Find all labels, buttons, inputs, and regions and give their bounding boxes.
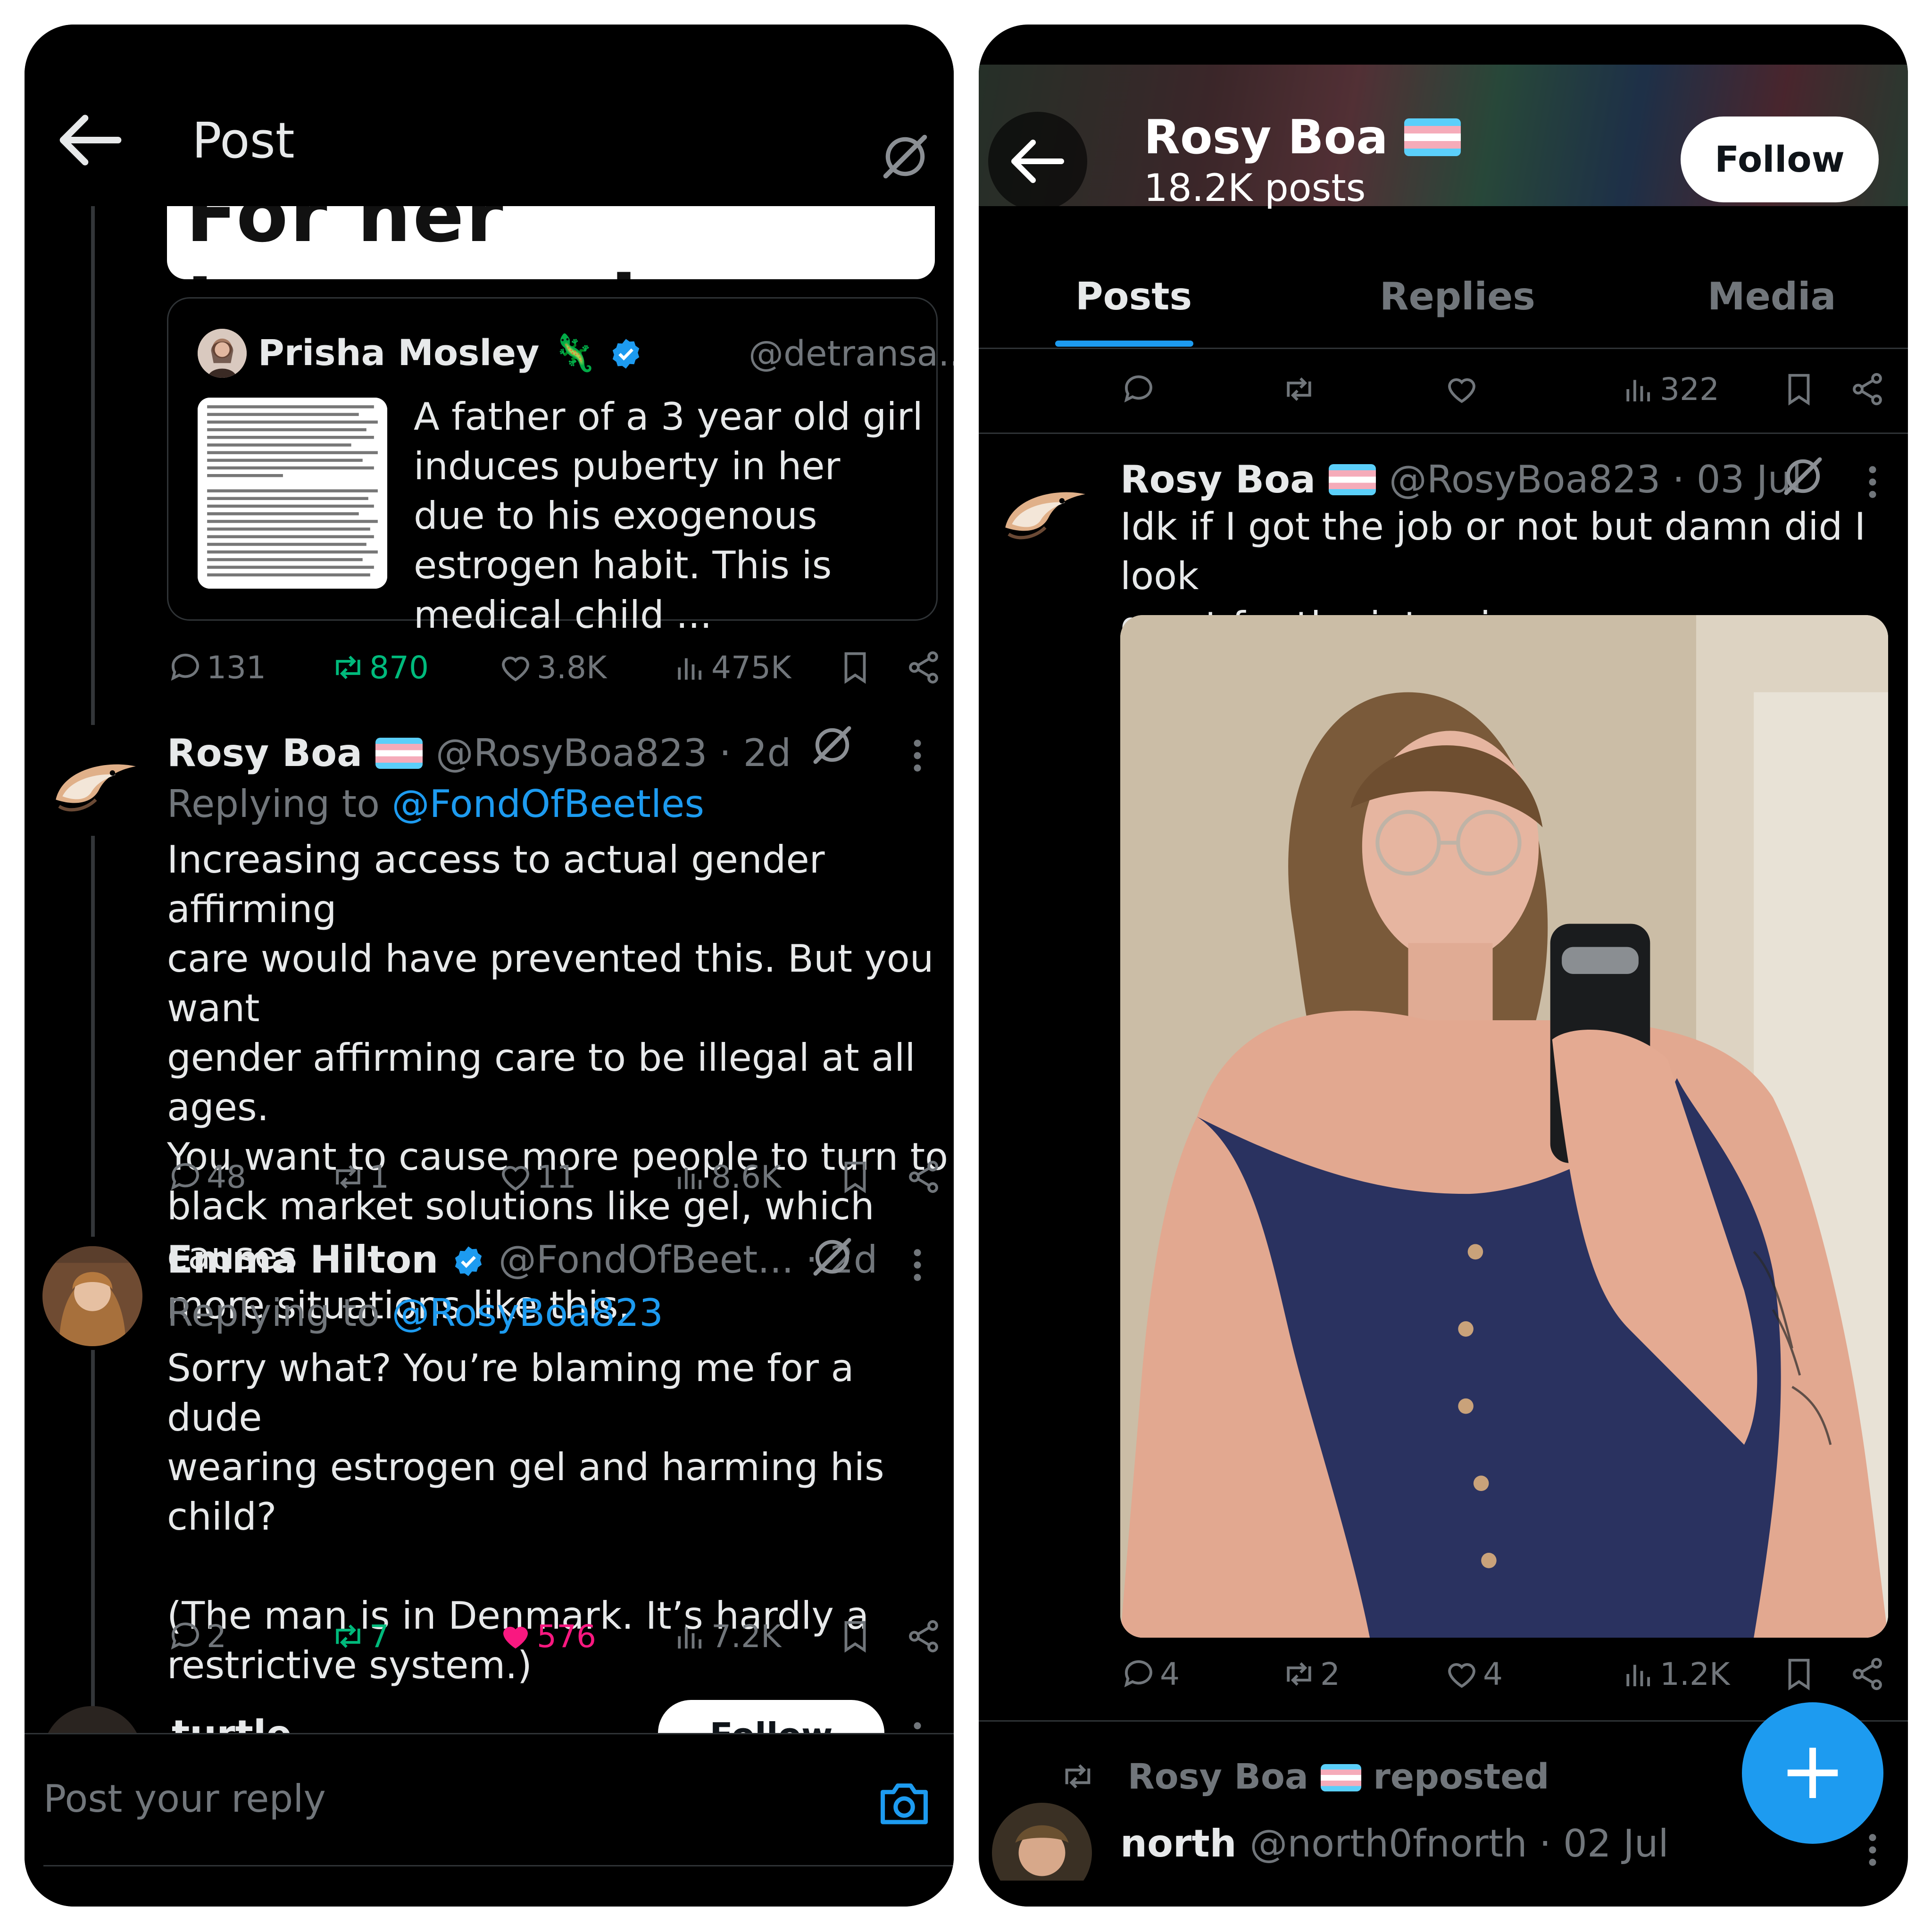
reply-input[interactable]: Post your reply (43, 1777, 326, 1821)
reply-button[interactable]: 48 (167, 1156, 246, 1198)
avatar[interactable] (198, 329, 247, 378)
mention-link[interactable]: @FondOfBeetles (391, 782, 704, 826)
reply-button[interactable]: 4 (1120, 1653, 1180, 1695)
views-button[interactable]: 8.6K (672, 1156, 781, 1198)
back-button[interactable] (988, 112, 1087, 211)
share-icon[interactable] (1849, 1653, 1889, 1695)
repost-button[interactable]: 870 (330, 646, 429, 689)
action-bar: 322 (1120, 368, 1894, 410)
lizard-emoji: 🦎 (552, 332, 597, 374)
compose-button[interactable]: + (1742, 1702, 1883, 1844)
like-button[interactable]: 576 (497, 1615, 596, 1657)
views-button[interactable]: 7.2K (672, 1615, 781, 1657)
avatar[interactable] (42, 1246, 142, 1346)
quoted-post-text: A father of a 3 year old girl induces pu… (414, 395, 923, 637)
paper-thumbnail[interactable] (198, 398, 387, 589)
thread-line (91, 836, 95, 1237)
share-icon[interactable] (905, 1615, 945, 1657)
repost-button[interactable]: 1 (330, 1156, 389, 1198)
bookmark-icon[interactable] (837, 1156, 876, 1198)
author-line[interactable]: Emma Hilton @FondOfBeet... · 2d (167, 1238, 878, 1282)
quoted-post[interactable]: Prisha Mosley 🦎 @detransa... · 2d (167, 297, 954, 637)
profile-tabs: Posts Replies Media (979, 232, 1908, 349)
trans-flag-icon (1328, 464, 1376, 495)
share-icon[interactable] (905, 1156, 945, 1198)
follow-button[interactable]: Follow (1681, 117, 1879, 202)
bookmark-icon[interactable] (1781, 368, 1820, 410)
verified-icon (609, 337, 643, 371)
more-icon[interactable] (910, 1244, 924, 1286)
repost-button[interactable]: 7 (330, 1615, 389, 1657)
grok-icon[interactable] (879, 131, 931, 183)
profile-name: Rosy Boa (1144, 109, 1461, 165)
action-bar: 48 1 11 8.6K (167, 1156, 941, 1198)
action-bar: 4 2 4 1.2K (1120, 1653, 1894, 1695)
grok-icon[interactable] (810, 723, 855, 767)
reply-button[interactable] (1120, 368, 1160, 410)
tab-media[interactable]: Media (1707, 275, 1836, 318)
verified-icon (451, 1243, 485, 1277)
top-bar: Post (25, 25, 954, 206)
like-button[interactable]: 11 (497, 1156, 576, 1198)
back-arrow-icon[interactable] (58, 112, 124, 168)
tab-replies[interactable]: Replies (1380, 275, 1535, 318)
more-icon[interactable] (910, 734, 924, 777)
bookmark-icon[interactable] (1781, 1653, 1820, 1695)
action-bar: 131 870 3.8K 475K (167, 646, 941, 689)
replying-to: Replying to @FondOfBeetles (167, 782, 704, 826)
plus-icon: + (1779, 1724, 1847, 1817)
reply-composer: Post your reply (25, 1733, 954, 1876)
camera-icon[interactable] (878, 1779, 930, 1826)
more-icon[interactable] (1865, 1829, 1880, 1871)
repost-button[interactable]: 2 (1281, 1653, 1340, 1695)
thread-line (91, 206, 95, 725)
like-button[interactable]: 3.8K (497, 646, 607, 689)
views-button[interactable]: 475K (672, 646, 791, 689)
mention-link[interactable]: @RosyBoa823 (391, 1291, 663, 1335)
repost-button[interactable] (1281, 368, 1320, 410)
bookmark-icon[interactable] (837, 646, 876, 689)
tab-posts[interactable]: Posts (1075, 275, 1192, 318)
thread-line (91, 1350, 95, 1708)
author-line[interactable]: Rosy Boa @RosyBoa823 · 03 Jul (1120, 458, 1802, 501)
bookmark-icon[interactable] (837, 1615, 876, 1657)
views-button[interactable]: 1.2K (1620, 1653, 1730, 1695)
avatar[interactable] (42, 733, 142, 833)
nav-bar (25, 1881, 954, 1907)
share-icon[interactable] (1849, 368, 1889, 410)
back-arrow-icon (1011, 140, 1064, 183)
quoted-author-name[interactable]: Prisha Mosley 🦎 (258, 332, 643, 374)
posts-count: 18.2K posts (1144, 166, 1366, 210)
author-line[interactable]: Rosy Boa @RosyBoa823 · 2d (167, 731, 791, 775)
views-button[interactable]: 322 (1620, 368, 1719, 410)
repost-indicator: Rosy Boa reposted (1059, 1757, 1549, 1797)
quoted-handle-time: @detransa... · 2d (749, 333, 954, 374)
more-icon[interactable] (1865, 461, 1880, 503)
grok-icon[interactable] (1781, 454, 1825, 499)
post-screen: Post For her transgender Prisha Mosley 🦎… (25, 25, 954, 1907)
repost-icon (1065, 1764, 1091, 1789)
reply-button[interactable]: 2 (167, 1615, 226, 1657)
tab-indicator (1055, 341, 1193, 347)
divider (43, 1865, 954, 1866)
profile-screen: Rosy Boa 18.2K posts Follow Posts Replie… (979, 25, 1908, 1907)
post-photo[interactable] (1120, 615, 1888, 1638)
trans-flag-icon (375, 738, 423, 769)
grok-icon[interactable] (810, 1234, 855, 1279)
replying-to: Replying to @RosyBoa823 (167, 1291, 663, 1335)
page-title: Post (192, 112, 295, 169)
share-icon[interactable] (905, 646, 945, 689)
like-button[interactable] (1443, 368, 1483, 410)
action-bar: 2 7 576 7.2K (167, 1615, 941, 1657)
divider (979, 433, 1908, 434)
like-button[interactable]: 4 (1443, 1653, 1503, 1695)
trans-flag-icon (1404, 118, 1461, 156)
avatar[interactable] (992, 461, 1092, 561)
reply-button[interactable]: 131 (167, 646, 266, 689)
author-line[interactable]: north @north0fnorth · 02 Jul (1120, 1822, 1669, 1865)
embedded-image-cropped[interactable]: For her transgender (167, 199, 935, 279)
nav-bar (979, 1881, 1908, 1907)
trans-flag-icon (1320, 1764, 1361, 1791)
